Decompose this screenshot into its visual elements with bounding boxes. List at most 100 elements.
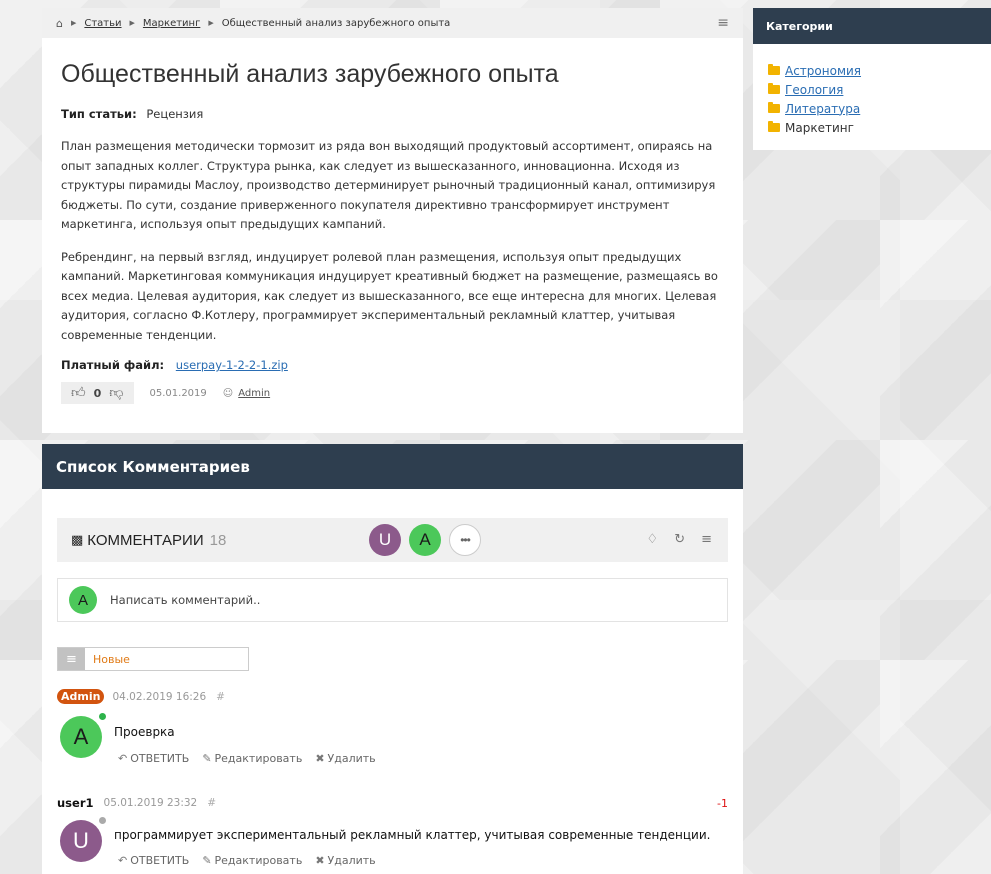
chevron-right-icon: ▶ [208,19,214,27]
edit-label: Редактировать [214,854,303,867]
article-author: ☺ Admin [223,388,270,399]
avatar: A [69,586,97,614]
write-comment-placeholder[interactable]: Написать комментарий.. [110,593,260,607]
close-icon: ✖ [315,854,325,867]
admin-badge[interactable]: Admin [57,689,105,704]
article-paragraph: План размещения методически тормозит из … [61,139,716,231]
chevron-right-icon: ▶ [129,19,135,27]
offline-status-dot [99,817,106,824]
bell-icon[interactable]: ♢ [647,532,659,547]
write-comment-box[interactable]: A Написать комментарий.. [57,578,728,622]
online-status-dot [99,713,106,720]
thumbs-down-icon[interactable]: 👎︎ [109,386,123,400]
category-list: Астрономия Геология Литература Маркетинг [753,44,991,137]
more-participants-button[interactable]: ••• [449,524,481,556]
comments-label: КОММЕНТАРИИ [87,531,204,549]
user-icon: ☺ [222,387,234,399]
article-type: Тип статьи: Рецензия [61,107,724,121]
comment-permalink[interactable]: # [207,797,216,809]
avatar[interactable]: A [60,716,102,758]
reply-button[interactable]: ↶ ОТВЕТИТЬ [118,854,189,867]
participant-avatars: U A ••• [369,524,481,556]
sort-select[interactable]: ≡ Новые [57,647,249,671]
home-icon[interactable]: ⌂ [56,17,63,30]
article-date: 05.01.2019 [149,387,207,399]
reply-icon: ↶ [118,752,128,765]
category-item: Астрономия [768,61,991,80]
avatar[interactable]: A [409,524,441,556]
article-card: ⌂ ▶ Статьи ▶ Маркетинг ▶ Общественный ан… [42,8,743,433]
article-meta: 👍︎ 0 👎︎ 05.01.2019 ☺ Admin [61,382,724,404]
comments-icon: ▩ [71,532,84,548]
article-type-value: Рецензия [146,107,204,121]
delete-label: Удалить [327,854,376,867]
comment-permalink[interactable]: # [216,691,225,703]
category-link-geology[interactable]: Геология [785,83,843,97]
breadcrumb-link-marketing[interactable]: Маркетинг [143,18,200,29]
comment-score: -1 [717,796,728,810]
menu-icon[interactable]: ≡ [717,15,729,31]
paid-file-label: Платный файл: [61,358,165,372]
edit-label: Редактировать [214,752,303,765]
page-title: Общественный анализ зарубежного опыта [61,60,559,88]
comment-datetime[interactable]: 05.01.2019 23:32 [104,797,198,809]
reply-button[interactable]: ↶ ОТВЕТИТЬ [118,752,189,765]
category-item: Геология [768,80,991,99]
sort-value[interactable]: Новые [93,653,130,666]
pencil-icon: ✎ [202,752,212,765]
comment-header: Admin 04.02.2019 16:26 # [57,689,728,704]
category-item: Литература [768,99,991,118]
comment-actions: ↶ ОТВЕТИТЬ ✎ Редактировать ✖ Удалить [118,752,376,765]
comments-count: 18 [209,531,227,549]
paid-file: Платный файл: userpay-1-2-2-1.zip [61,358,724,372]
folder-icon [768,83,780,94]
reply-label: ОТВЕТИТЬ [130,752,190,765]
refresh-icon[interactable]: ↻ [674,532,685,547]
comments-widget: ▩ КОММЕНТАРИИ 18 U A ••• ♢ ↻ ≡ A Написат… [42,489,743,874]
thumbs-up-icon[interactable]: 👍︎ [71,386,86,400]
avatar[interactable]: U [60,820,102,862]
category-item: Маркетинг [768,118,991,137]
folder-icon [768,121,780,132]
comment-text: Проеврка [114,725,175,739]
delete-button[interactable]: ✖ Удалить [315,752,375,765]
rating-widget: 👍︎ 0 👎︎ [61,382,134,404]
breadcrumb-current: Общественный анализ зарубежного опыта [221,17,451,29]
categories-widget: Категории Астрономия Геология Литература… [753,8,991,150]
edit-button[interactable]: ✎ Редактировать [202,854,302,867]
category-current-marketing: Маркетинг [785,120,854,135]
folder-icon [768,102,780,113]
rss-icon[interactable]: ≡ [701,532,712,547]
comment-avatar: U [60,817,106,862]
comment-header: user1 05.01.2019 23:32 # -1 [57,796,728,810]
menu-icon[interactable]: ≡ [58,648,85,670]
breadcrumb-link-articles[interactable]: Статьи [84,18,121,29]
reply-icon: ↶ [118,854,128,867]
comments-tools: ♢ ↻ ≡ [647,532,712,547]
comments-toolbar: ▩ КОММЕНТАРИИ 18 U A ••• ♢ ↻ ≡ [57,518,728,562]
comment-item: user1 05.01.2019 23:32 # -1 U программир… [57,796,728,867]
categories-title: Категории [753,8,991,44]
article-type-label: Тип статьи: [61,107,137,121]
category-link-literature[interactable]: Литература [785,102,860,116]
edit-button[interactable]: ✎ Редактировать [202,752,302,765]
pencil-icon: ✎ [202,854,212,867]
article-paragraph: Ребрендинг, на первый взгляд, индуцирует… [61,249,718,342]
reply-label: ОТВЕТИТЬ [130,854,190,867]
comment-author[interactable]: user1 [57,796,94,810]
category-link-astronomy[interactable]: Астрономия [785,64,861,78]
comment-avatar: A [60,713,106,758]
paid-file-link[interactable]: userpay-1-2-2-1.zip [176,358,288,372]
comment-text: программирует экспериментальный рекламны… [114,828,711,842]
breadcrumb: ⌂ ▶ Статьи ▶ Маркетинг ▶ Общественный ан… [42,8,743,38]
author-link[interactable]: Admin [238,388,270,399]
comment-datetime[interactable]: 04.02.2019 16:26 [112,691,206,703]
close-icon: ✖ [315,752,325,765]
comment-actions: ↶ ОТВЕТИТЬ ✎ Редактировать ✖ Удалить [118,854,376,867]
comments-section-title: Список Комментариев [42,444,743,489]
delete-label: Удалить [327,752,376,765]
rating-count: 0 [93,386,102,400]
comment-item: Admin 04.02.2019 16:26 # A Проеврка ↶ ОТВ… [57,689,728,765]
avatar[interactable]: U [369,524,401,556]
delete-button[interactable]: ✖ Удалить [315,854,375,867]
